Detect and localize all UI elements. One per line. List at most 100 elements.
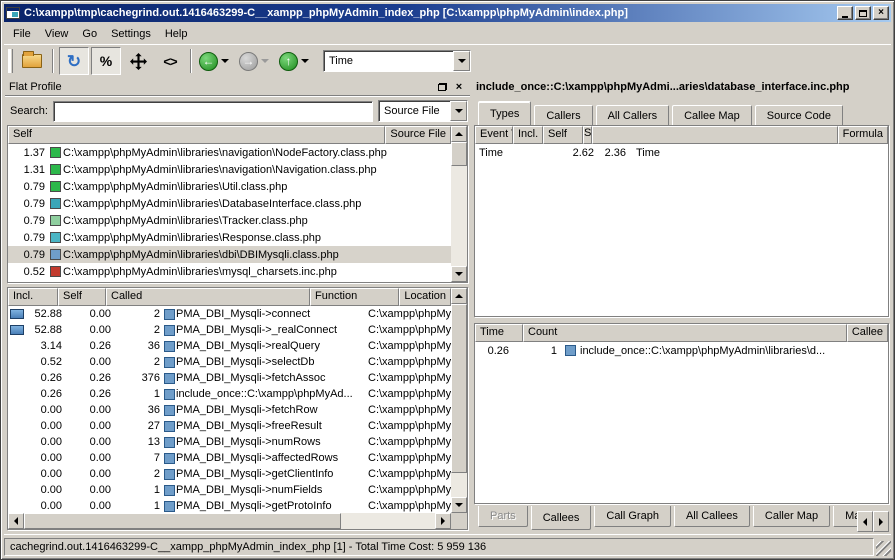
column-header[interactable]: Self: [58, 288, 106, 306]
up-dropdown-caret[interactable]: [301, 59, 309, 63]
menu-item[interactable]: Help: [158, 26, 195, 42]
status-message: cachegrind.out.1416463299-C__xampp_phpMy…: [4, 538, 874, 556]
group-by-combobox[interactable]: Source File: [378, 100, 468, 122]
scroll-down-button[interactable]: [451, 266, 467, 282]
function-row[interactable]: 0.00 0.00 27 PMA_DBI_Mysqli->freeResult …: [8, 418, 451, 434]
column-header[interactable]: Short: [583, 126, 592, 144]
function-list-scrollbar[interactable]: [451, 288, 467, 513]
back-button[interactable]: ←: [199, 52, 218, 71]
self-cost-cell: 0.00: [66, 500, 116, 512]
column-header[interactable]: Function: [310, 288, 399, 306]
menu-item[interactable]: Go: [75, 26, 104, 42]
source-file-row[interactable]: 1.37 C:\xampp\phpMyAdmin\libraries\navig…: [8, 144, 451, 161]
column-header[interactable]: Incl.: [8, 288, 58, 306]
tab-scroll-right-button[interactable]: [873, 511, 889, 532]
column-header[interactable]: Time: [475, 324, 523, 342]
source-file-row[interactable]: 1.31 C:\xampp\phpMyAdmin\libraries\navig…: [8, 161, 451, 178]
maximize-button[interactable]: [855, 6, 871, 20]
function-row[interactable]: 52.88 0.00 2 PMA_DBI_Mysqli->connect C:\…: [8, 306, 451, 322]
function-icon: [164, 373, 175, 384]
search-input[interactable]: [53, 101, 373, 122]
function-row[interactable]: 0.00 0.00 7 PMA_DBI_Mysqli->affectedRows…: [8, 450, 451, 466]
close-button[interactable]: ×: [873, 6, 889, 20]
resize-grip[interactable]: [876, 541, 891, 556]
callee-row[interactable]: 0.26 1 include_once::C:\xampp\phpMyAdmin…: [475, 342, 888, 359]
source-list-scrollbar[interactable]: [451, 126, 467, 282]
location-cell: C:\xampp\phpMyA: [368, 484, 451, 496]
scroll-right-button[interactable]: [435, 513, 451, 529]
scroll-up-button[interactable]: [451, 288, 467, 304]
column-header[interactable]: Source File: [385, 126, 451, 144]
up-button[interactable]: ↑: [279, 52, 298, 71]
event-type-combobox[interactable]: Time: [323, 50, 471, 72]
scrollbar-thumb[interactable]: [451, 304, 467, 473]
function-row[interactable]: 3.14 0.26 36 PMA_DBI_Mysqli->realQuery C…: [8, 338, 451, 354]
column-header[interactable]: Callee: [847, 324, 888, 342]
column-header[interactable]: Location: [399, 288, 451, 306]
percent-toggle-button[interactable]: %: [91, 47, 121, 75]
detail-bottom-tab[interactable]: Call Graph: [594, 506, 671, 527]
dock-title-bar[interactable]: Flat Profile ×: [5, 79, 470, 96]
combobox-dropdown-button[interactable]: [453, 51, 470, 71]
tab-scroll-left-button[interactable]: [857, 511, 873, 532]
detail-tab[interactable]: Callers: [534, 105, 592, 125]
column-header[interactable]: Self: [543, 126, 583, 144]
column-header[interactable]: Count: [523, 324, 847, 342]
title-bar[interactable]: C:\xampp\tmp\cachegrind.out.1416463299-C…: [4, 4, 891, 22]
scrollbar-thumb[interactable]: [451, 142, 467, 166]
back-dropdown-caret[interactable]: [221, 59, 229, 63]
toolbar-drag-handle[interactable]: [8, 49, 13, 73]
source-file-row[interactable]: 0.52 C:\xampp\phpMyAdmin\libraries\mysql…: [8, 263, 451, 280]
detail-bottom-tab[interactable]: Parts: [478, 506, 528, 527]
event-type-row[interactable]: Time 2.62 2.36 Time: [475, 144, 888, 161]
combobox-dropdown-button[interactable]: [450, 101, 467, 121]
column-header[interactable]: Self: [8, 126, 385, 144]
detail-tab[interactable]: Types: [478, 101, 531, 125]
source-file-row[interactable]: 0.79 C:\xampp\phpMyAdmin\libraries\Respo…: [8, 229, 451, 246]
source-file-row[interactable]: 0.79 C:\xampp\phpMyAdmin\libraries\Track…: [8, 212, 451, 229]
triangle-up-icon: [455, 294, 463, 298]
source-file-row[interactable]: 0.79 C:\xampp\phpMyAdmin\libraries\Util.…: [8, 178, 451, 195]
layout-button[interactable]: [123, 47, 153, 75]
detail-tab[interactable]: All Callers: [596, 105, 670, 125]
callee-table-header: TimeCountCallee: [475, 324, 888, 342]
scrollbar-thumb[interactable]: [24, 513, 341, 529]
detail-bottom-tab[interactable]: All Callees: [674, 506, 750, 527]
function-row[interactable]: 0.00 0.00 36 PMA_DBI_Mysqli->fetchRow C:…: [8, 402, 451, 418]
function-row[interactable]: 0.00 0.00 1 PMA_DBI_Mysqli->getProtoInfo…: [8, 498, 451, 513]
function-row[interactable]: 52.88 0.00 2 PMA_DBI_Mysqli->_realConnec…: [8, 322, 451, 338]
detail-tab[interactable]: Source Code: [755, 105, 843, 125]
function-row[interactable]: 0.00 0.00 13 PMA_DBI_Mysqli->numRows C:\…: [8, 434, 451, 450]
function-row[interactable]: 0.26 0.26 376 PMA_DBI_Mysqli->fetchAssoc…: [8, 370, 451, 386]
detail-bottom-tab[interactable]: Caller Map: [753, 506, 830, 527]
source-file-row[interactable]: 0.52 C:\xampp\phpMyAdmin\libraries\user_…: [8, 280, 451, 282]
detail-tab[interactable]: Callee Map: [672, 105, 752, 125]
reload-button[interactable]: ↻: [59, 47, 89, 75]
detail-bottom-tab[interactable]: Callees: [531, 506, 592, 530]
menu-item[interactable]: File: [6, 26, 38, 42]
source-file-row[interactable]: 0.79 C:\xampp\phpMyAdmin\libraries\dbi\D…: [8, 246, 451, 263]
open-file-button[interactable]: [17, 47, 47, 75]
column-header[interactable]: Event Type: [475, 126, 513, 144]
source-file-row[interactable]: 0.79 C:\xampp\phpMyAdmin\libraries\Datab…: [8, 195, 451, 212]
column-header[interactable]: Incl.: [513, 126, 543, 144]
menu-item[interactable]: Settings: [104, 26, 158, 42]
function-row[interactable]: 0.00 0.00 2 PMA_DBI_Mysqli->getClientInf…: [8, 466, 451, 482]
menu-item[interactable]: View: [38, 26, 76, 42]
scroll-up-button[interactable]: [451, 126, 467, 142]
function-row[interactable]: 0.52 0.00 2 PMA_DBI_Mysqli->selectDb C:\…: [8, 354, 451, 370]
function-icon: [565, 345, 576, 356]
dock-float-button[interactable]: [435, 81, 449, 94]
scroll-down-button[interactable]: [451, 497, 467, 513]
dock-close-button[interactable]: ×: [452, 81, 466, 94]
minimize-button[interactable]: [837, 6, 853, 20]
column-header[interactable]: Formula: [838, 126, 888, 144]
expand-collapse-button[interactable]: <>: [155, 47, 185, 75]
function-row[interactable]: 0.26 0.26 1 include_once::C:\xampp\phpMy…: [8, 386, 451, 402]
column-header[interactable]: [592, 126, 838, 144]
function-row[interactable]: 0.00 0.00 1 PMA_DBI_Mysqli->numFields C:…: [8, 482, 451, 498]
location-cell: C:\xampp\phpMyA: [368, 452, 451, 464]
function-list-hscrollbar[interactable]: [8, 513, 451, 529]
column-header[interactable]: Called: [106, 288, 310, 306]
scroll-left-button[interactable]: [8, 513, 24, 529]
